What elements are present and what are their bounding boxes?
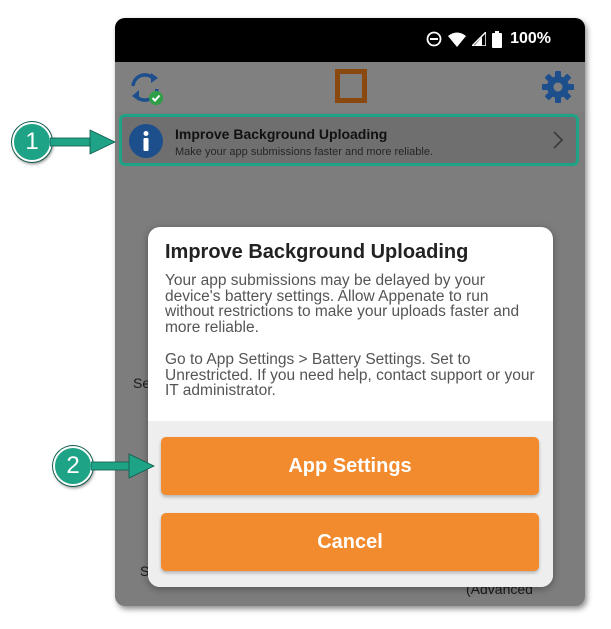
cancel-button[interactable]: Cancel xyxy=(161,513,539,571)
banner-title: Improve Background Uploading xyxy=(175,126,388,142)
callout-marker-2: 2 xyxy=(53,446,93,486)
improve-uploading-banner[interactable]: Improve Background Uploading Make your a… xyxy=(119,114,579,166)
cell-signal-icon xyxy=(472,32,487,46)
dialog-message: Your app submissions may be delayed by y… xyxy=(165,273,540,399)
wifi-icon xyxy=(448,32,467,47)
battery-icon xyxy=(492,30,503,48)
status-bar: 100% xyxy=(115,18,585,62)
app-settings-button[interactable]: App Settings xyxy=(161,437,539,495)
battery-settings-dialog: Improve Background Uploading Your app su… xyxy=(148,227,553,587)
chevron-right-icon xyxy=(552,130,564,155)
callout-arrow-1 xyxy=(50,129,116,155)
callout-marker-1: 1 xyxy=(12,122,52,162)
dialog-paragraph-1: Your app submissions may be delayed by y… xyxy=(165,272,520,337)
sync-check-icon[interactable] xyxy=(127,70,167,111)
app-header xyxy=(115,62,585,112)
status-icons: 100% xyxy=(426,30,551,48)
dialog-paragraph-2: Go to App Settings > Battery Settings. S… xyxy=(165,350,535,400)
dialog-title: Improve Background Uploading xyxy=(165,241,469,263)
callout-arrow-2 xyxy=(91,453,155,479)
app-logo-icon xyxy=(331,66,371,111)
banner-subtitle: Make your app submissions faster and mor… xyxy=(175,146,434,158)
do-not-disturb-icon xyxy=(426,31,442,47)
info-icon xyxy=(128,123,164,164)
dialog-actions: App Settings Cancel xyxy=(148,421,553,587)
gear-icon[interactable] xyxy=(541,70,575,109)
battery-percentage: 100% xyxy=(510,30,551,47)
